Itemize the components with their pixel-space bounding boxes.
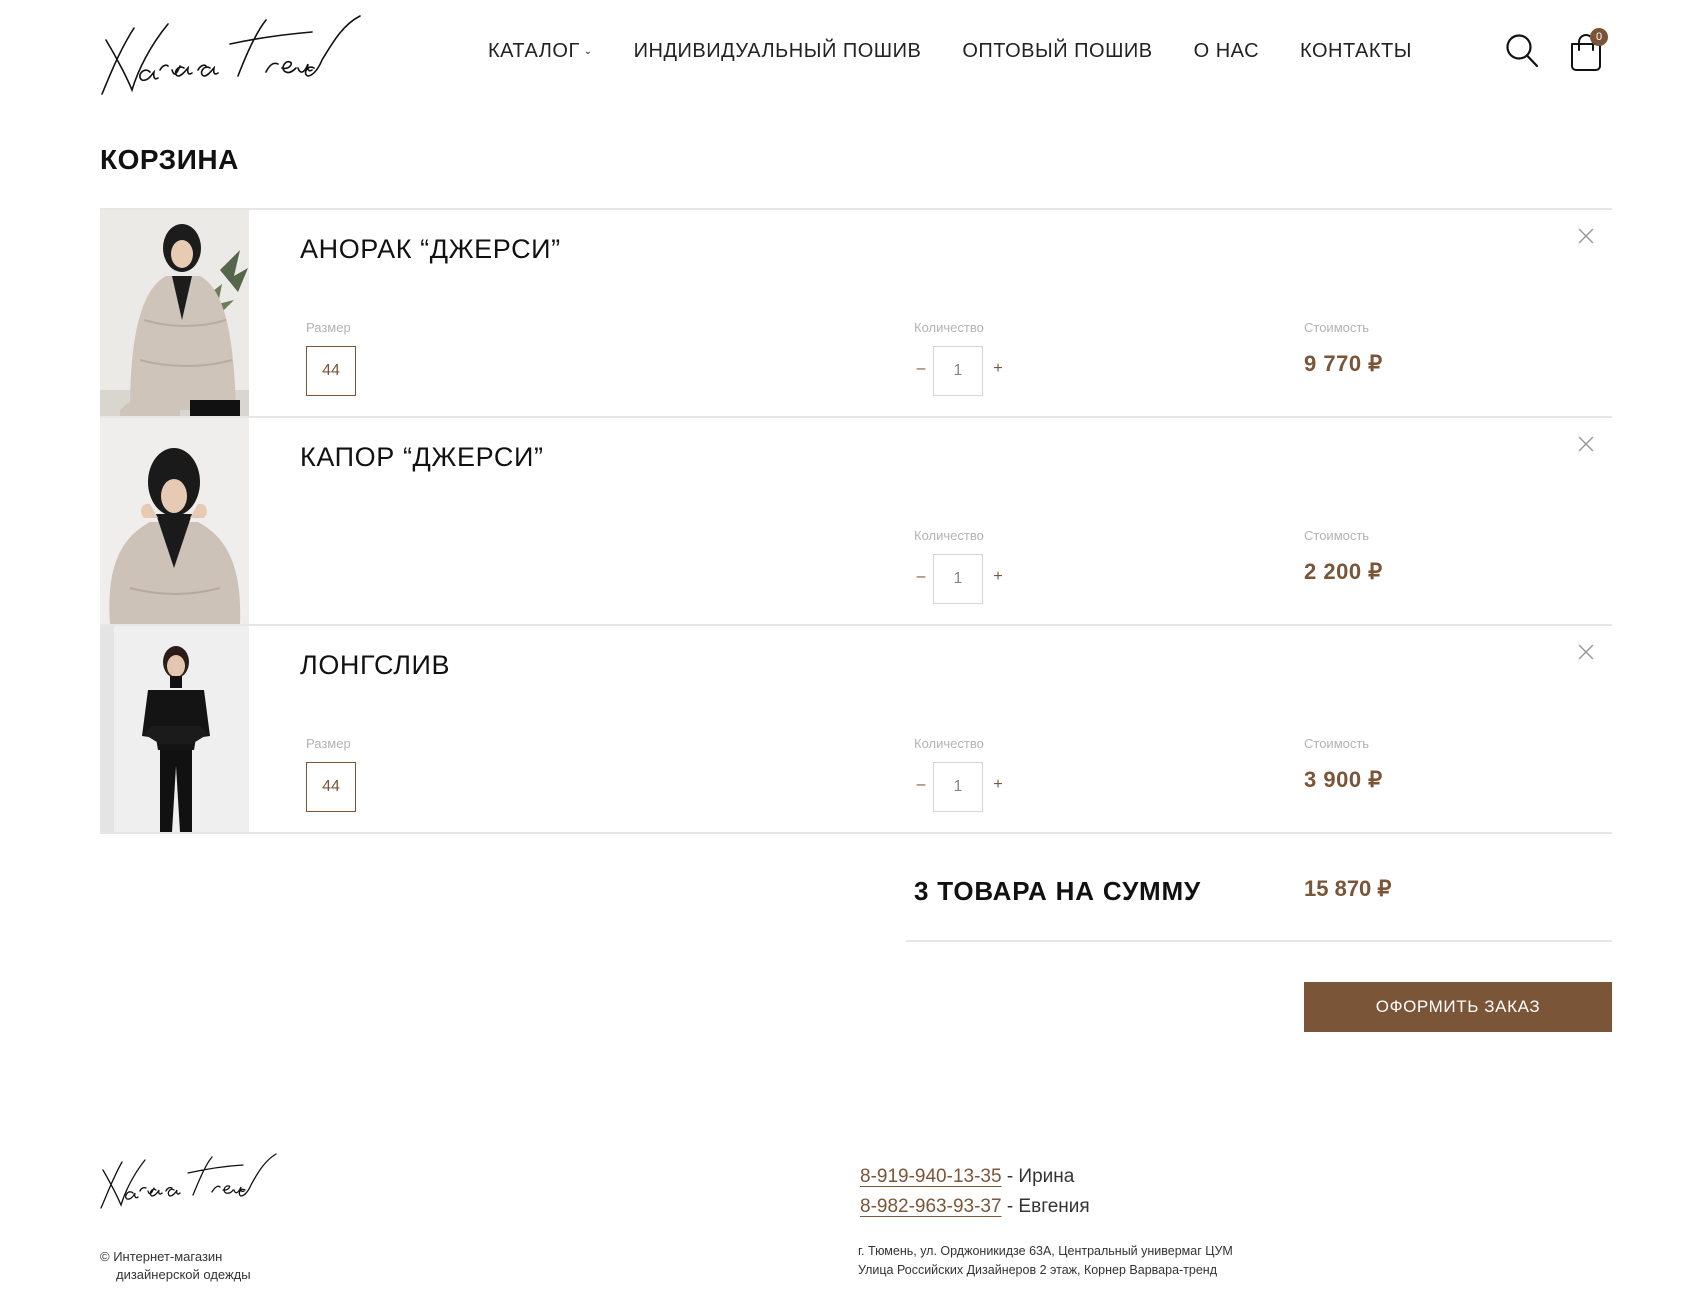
cost-label: Стоимость xyxy=(1304,528,1370,543)
phone-row: 8-982-963-93-37 - Евгения xyxy=(860,1192,1090,1222)
phone-contact-name: - Евгения xyxy=(1001,1196,1090,1217)
address-line: г. Тюмень, ул. Орджоникидзе 63А, Централ… xyxy=(858,1244,1233,1258)
quantity-increase-button[interactable]: + xyxy=(991,776,1005,796)
chevron-down-icon: ⌄ xyxy=(583,46,593,58)
size-label: Размер xyxy=(306,320,351,335)
cart-count-badge: 0 xyxy=(1590,28,1608,46)
quantity-decrease-button[interactable]: – xyxy=(914,360,928,380)
cost-label: Стоимость xyxy=(1304,736,1370,751)
product-image[interactable] xyxy=(100,210,249,416)
footer-logo[interactable] xyxy=(98,1150,308,1212)
footer-phones: 8-919-940-13-35 - Ирина 8-982-963-93-37 … xyxy=(860,1162,1090,1222)
phone-row: 8-919-940-13-35 - Ирина xyxy=(860,1162,1090,1192)
summary-label: 3 ТОВАРА НА СУММУ xyxy=(914,876,1201,906)
close-icon[interactable] xyxy=(1576,226,1596,246)
cart-items-list: АНОРАК “ДЖЕРСИ” Размер 44 Количество – 1… xyxy=(100,208,1612,834)
quantity-label: Количество xyxy=(914,528,984,543)
quantity-increase-button[interactable]: + xyxy=(991,360,1005,380)
copyright-line: © Интернет-магазин xyxy=(100,1249,223,1264)
phone-contact-name: - Ирина xyxy=(1001,1166,1075,1187)
copyright-line: дизайнерской одежды xyxy=(116,1267,251,1282)
cost-label: Стоимость xyxy=(1304,320,1370,335)
brand-logo[interactable] xyxy=(98,10,408,100)
product-name[interactable]: АНОРАК “ДЖЕРСИ” xyxy=(300,234,561,265)
nav-item-wholesale-sewing[interactable]: ОПТОВЫЙ ПОШИВ xyxy=(962,40,1152,63)
product-image[interactable] xyxy=(100,626,249,832)
page-title: КОРЗИНА xyxy=(100,144,239,175)
item-price: 2 200 ₽ xyxy=(1304,559,1383,584)
product-name[interactable]: ЛОНГСЛИВ xyxy=(300,650,450,681)
size-option[interactable]: 44 xyxy=(306,762,356,812)
site-header: КАТАЛОГ ⌄ ИНДИВИДУАЛЬНЫЙ ПОШИВ ОПТОВЫЙ ПО… xyxy=(0,0,1700,110)
item-price: 9 770 ₽ xyxy=(1304,351,1383,376)
quantity-input[interactable]: 1 xyxy=(933,762,983,812)
search-icon[interactable] xyxy=(1505,33,1539,69)
quantity-decrease-button[interactable]: – xyxy=(914,568,928,588)
close-icon[interactable] xyxy=(1576,642,1596,662)
cart-summary: 3 ТОВАРА НА СУММУ 15 870 ₽ xyxy=(906,870,1612,942)
cart-item: КАПОР “ДЖЕРСИ” Количество – 1 + Стоимост… xyxy=(100,418,1612,626)
cart-item: АНОРАК “ДЖЕРСИ” Размер 44 Количество – 1… xyxy=(100,210,1612,418)
phone-link[interactable]: 8-919-940-13-35 xyxy=(860,1166,1002,1187)
nav-item-catalog[interactable]: КАТАЛОГ ⌄ xyxy=(488,40,593,63)
size-label: Размер xyxy=(306,736,351,751)
quantity-input[interactable]: 1 xyxy=(933,554,983,604)
nav-item-about[interactable]: О НАС xyxy=(1194,40,1259,63)
quantity-label: Количество xyxy=(914,320,984,335)
summary-total: 15 870 ₽ xyxy=(1304,876,1392,901)
size-option[interactable]: 44 xyxy=(306,346,356,396)
checkout-button[interactable]: ОФОРМИТЬ ЗАКАЗ xyxy=(1304,982,1612,1032)
quantity-label: Количество xyxy=(914,736,984,751)
store-address: г. Тюмень, ул. Орджоникидзе 63А, Централ… xyxy=(858,1242,1233,1280)
cart-item: ЛОНГСЛИВ Размер 44 Количество – 1 + Стои… xyxy=(100,626,1612,834)
copyright: © Интернет-магазин дизайнерской одежды xyxy=(100,1248,251,1284)
close-icon[interactable] xyxy=(1576,434,1596,454)
main-nav: КАТАЛОГ ⌄ ИНДИВИДУАЛЬНЫЙ ПОШИВ ОПТОВЫЙ ПО… xyxy=(488,40,1453,63)
nav-item-individual-sewing[interactable]: ИНДИВИДУАЛЬНЫЙ ПОШИВ xyxy=(634,40,922,63)
item-price: 3 900 ₽ xyxy=(1304,767,1383,792)
phone-link[interactable]: 8-982-963-93-37 xyxy=(860,1196,1002,1217)
product-name[interactable]: КАПОР “ДЖЕРСИ” xyxy=(300,442,544,473)
quantity-decrease-button[interactable]: – xyxy=(914,776,928,796)
quantity-input[interactable]: 1 xyxy=(933,346,983,396)
quantity-increase-button[interactable]: + xyxy=(991,568,1005,588)
address-line: Улица Российских Дизайнеров 2 этаж, Корн… xyxy=(858,1263,1218,1277)
product-image[interactable] xyxy=(100,418,249,624)
nav-item-contacts[interactable]: КОНТАКТЫ xyxy=(1300,40,1412,63)
